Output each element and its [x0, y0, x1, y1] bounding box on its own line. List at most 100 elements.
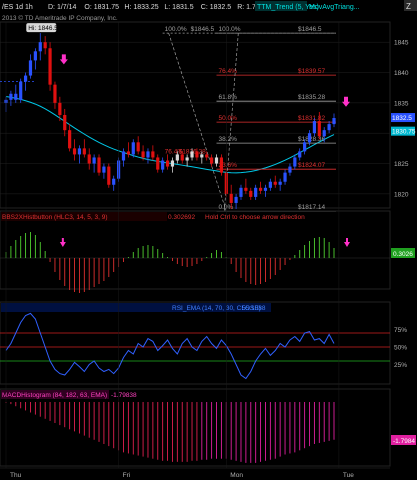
fib-price-label: $1831.82: [298, 115, 325, 122]
candle-body: [126, 151, 130, 155]
price-tick-label: 1820: [394, 191, 409, 198]
candle-body: [298, 151, 302, 158]
price-tick-label: 1840: [394, 70, 409, 77]
hi-label: Hi: 1846.5: [28, 25, 58, 32]
fib-pct-label: 38.2%: [219, 136, 238, 143]
trading-chart: /ES 1d 1h D: 1/7/14 O: 1831.75 H: 1833.25 L…: [0, 0, 417, 480]
fib-left-price: $1846.5: [191, 26, 215, 33]
candle-body: [53, 84, 57, 103]
fib-pct-label: 50.0%: [219, 115, 238, 122]
candle-body: [332, 118, 336, 125]
price-tick-label: 1845: [394, 40, 409, 47]
candle-body: [219, 157, 224, 173]
time-label: Fri: [123, 472, 131, 479]
fib-pct-label: 61.8%: [219, 94, 238, 101]
candle-body: [185, 157, 189, 161]
candle-body: [263, 187, 268, 191]
header-field-4: C: 1832.5: [201, 4, 231, 11]
candle-body: [180, 154, 184, 161]
candle-body: [112, 178, 116, 185]
candle-body: [258, 187, 263, 191]
candle-body: [77, 148, 82, 155]
candle-body: [92, 157, 96, 164]
candle-body: [205, 154, 209, 158]
candle-body: [102, 166, 106, 173]
time-label: Tue: [343, 472, 354, 479]
time-label: Thu: [10, 472, 22, 479]
price-tag-text: 1830.75: [392, 129, 416, 136]
rsi-tick-label: 75%: [394, 327, 407, 334]
osc-price-tag-text: 0.3026: [393, 251, 413, 258]
fib-pct-label: 76.4%: [219, 68, 238, 75]
candle-body: [210, 157, 214, 164]
fib-price-label: $1846.5: [298, 26, 322, 33]
study-movavg-label[interactable]: MovAvgTriang...: [309, 4, 360, 11]
osc-title[interactable]: BBS2XHistbutton (HLC3, 14, 5, 3, 9): [2, 214, 108, 221]
fib-pct-label: 100.0%: [219, 26, 241, 33]
candle-body: [239, 187, 243, 197]
candle-body: [249, 190, 253, 197]
candle-body: [136, 142, 140, 152]
rsi-value: 55.1888: [242, 305, 266, 312]
candle-body: [283, 172, 287, 182]
candle-body: [58, 102, 62, 115]
price-tick-label: 1825: [394, 161, 409, 168]
candle-body: [156, 157, 160, 170]
header-field-2: H: 1833.25: [124, 4, 158, 11]
candle-body: [151, 151, 155, 158]
candle-body: [293, 157, 297, 167]
fib-price-label: $1824.07: [298, 162, 325, 169]
macd-value: -1.79838: [111, 392, 137, 399]
candle-body: [200, 154, 204, 158]
candle-body: [43, 42, 47, 49]
macd-price-tag-text: -1.7984: [393, 438, 415, 445]
candle-body: [38, 42, 42, 52]
osc-value: 0.302692: [168, 214, 195, 221]
candle-body: [170, 160, 175, 167]
header-field-3: L: 1831.5: [164, 4, 193, 11]
candle-body: [214, 157, 219, 164]
candle-body: [161, 160, 165, 170]
header-field-0: D: 1/7/14: [48, 4, 77, 11]
candle-body: [146, 151, 150, 158]
candle-body: [63, 115, 67, 131]
copyright-text: 2013 © TD Ameritrade IP Company, Inc.: [2, 14, 118, 22]
candle-body: [14, 93, 18, 100]
expand-icon: Z: [406, 2, 411, 11]
rsi-tick-label: 50%: [394, 345, 407, 352]
fib-price-label: $1835.28: [298, 94, 325, 101]
candle-body: [141, 151, 145, 158]
candle-body: [244, 187, 248, 191]
candle-body: [288, 166, 292, 173]
candle-body: [268, 181, 272, 188]
candle-body: [48, 48, 52, 85]
candle-body: [317, 121, 321, 137]
candle-body: [327, 124, 331, 131]
candle-body: [278, 181, 282, 185]
candle-body: [234, 196, 238, 203]
fib-price-label: $1828.36: [298, 136, 325, 143]
price-tick-label: 1835: [394, 100, 409, 107]
candle-body: [33, 51, 37, 61]
candle-body: [68, 130, 72, 149]
macd-title[interactable]: MACDHistogram (84, 182, 63, EMA): [2, 392, 107, 399]
candle-body: [72, 148, 77, 155]
candle-body: [254, 187, 258, 197]
candle-body: [307, 133, 312, 143]
candle-body: [28, 60, 33, 76]
candle-body: [19, 81, 23, 100]
candle-body: [9, 93, 13, 100]
osc-note: Hold Ctrl to choose arrow direction: [205, 214, 305, 221]
candle-body: [107, 166, 111, 185]
fib-left-pct: 100.0%: [165, 26, 187, 33]
candle-body: [165, 160, 170, 167]
candle-body: [190, 151, 194, 158]
candle-body: [312, 121, 317, 134]
candle-body: [121, 151, 126, 161]
candle-body: [97, 157, 101, 173]
candle-body: [195, 151, 199, 158]
symbol-label[interactable]: /ES 1d 1h: [2, 4, 33, 11]
candle-body: [175, 154, 179, 161]
fib-price-label: $1817.14: [298, 204, 325, 211]
candle-body: [322, 130, 326, 137]
